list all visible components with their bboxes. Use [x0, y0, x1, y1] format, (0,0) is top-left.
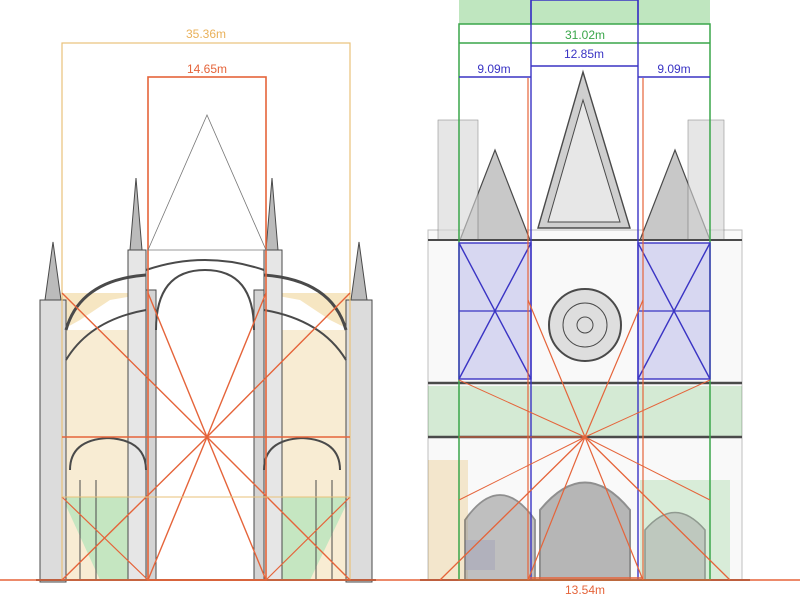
facade-portal-width-label: 13.54m: [565, 583, 605, 597]
right-inner-pinnacle: [265, 177, 279, 251]
section-nave-width-label: 14.65m: [187, 62, 227, 76]
left-inner-pinnacle: [129, 177, 143, 251]
left-inner-buttress: [127, 249, 147, 581]
cross-section-drawing: 35.36m 14.65m: [36, 27, 376, 583]
left-portal-arch: [464, 494, 536, 580]
facade-green-top: [459, 0, 710, 24]
facade-drawing: 31.02m 12.85m 9.09m 9.09m 13.54m: [420, 0, 750, 597]
diagram-canvas: 35.36m 14.65m 31.02m 12.85m 9.09m 9.09m …: [0, 0, 800, 597]
left-roof-hatch: [437, 119, 479, 241]
section-outer-width-label: 35.36m: [186, 27, 226, 41]
left-outer-pinnacle: [44, 241, 62, 301]
nave-width-frame: [147, 76, 267, 581]
facade-left-bay-label: 9.09m: [477, 62, 510, 76]
facade-total-width-label: 31.02m: [565, 28, 605, 42]
nave-roof-line: [145, 259, 265, 271]
right-roof-hatch: [687, 119, 725, 241]
facade-right-bay-label: 9.09m: [657, 62, 690, 76]
right-outer-pinnacle: [350, 241, 368, 301]
nave-vault: [155, 268, 255, 331]
right-nave-pier: [253, 289, 265, 581]
facade-central-width-label: 12.85m: [564, 47, 604, 61]
nave-roof-triangle: [147, 114, 267, 251]
cathedral-proportion-diagram: 35.36m 14.65m 31.02m 12.85m 9.09m 9.09m …: [0, 0, 800, 600]
central-portal-arch: [539, 481, 631, 580]
facade-stonework: [420, 69, 750, 581]
rose-window: [548, 288, 622, 362]
